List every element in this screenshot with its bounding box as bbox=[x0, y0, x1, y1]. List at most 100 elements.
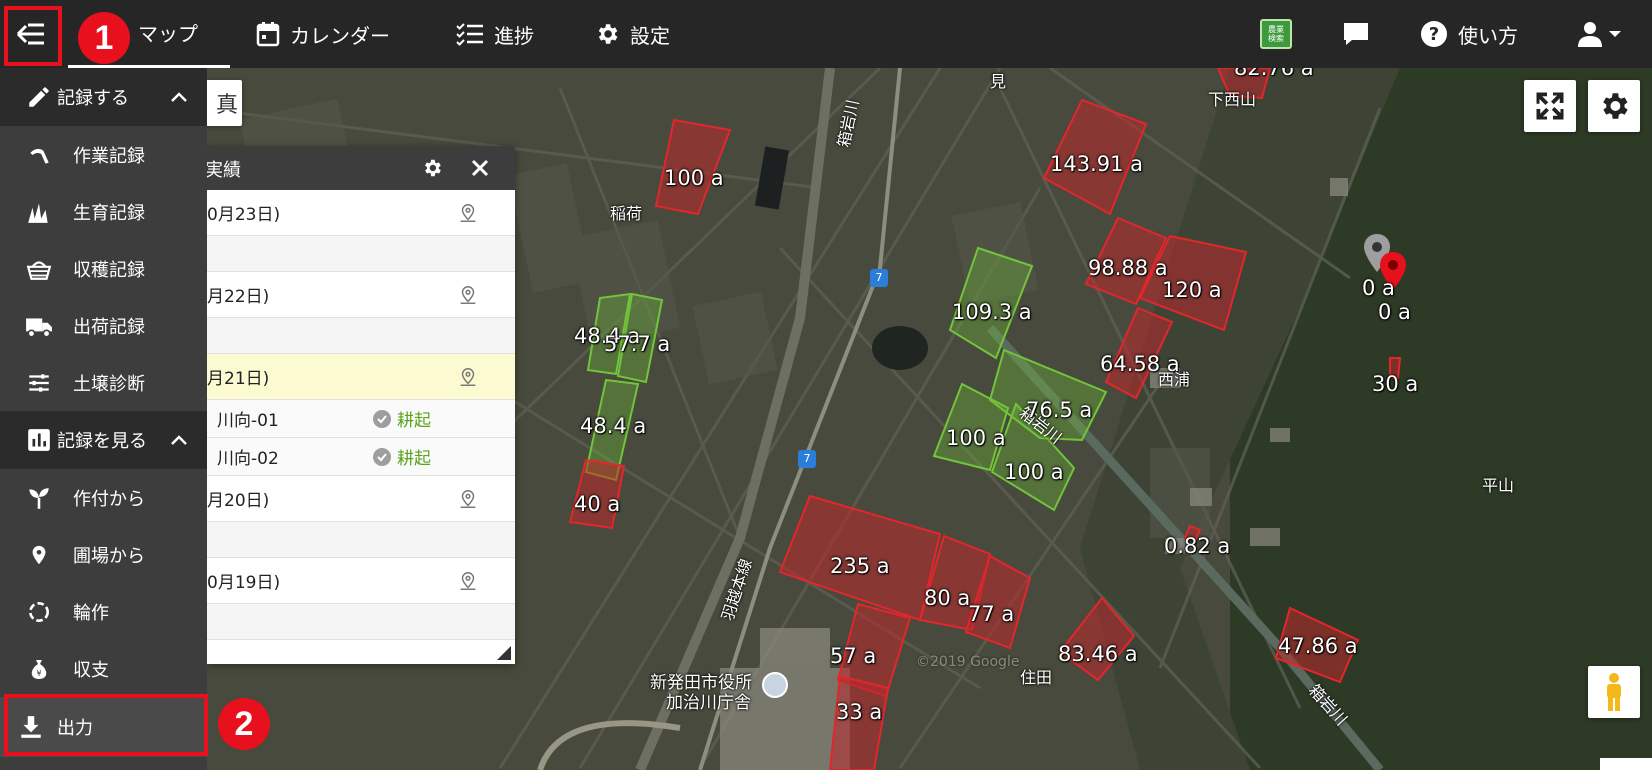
map-location-icon[interactable] bbox=[457, 488, 479, 510]
field-area-label[interactable]: 82.76 a bbox=[1234, 68, 1314, 80]
svg-text:?: ? bbox=[1429, 24, 1439, 45]
date-row-selected[interactable]: 月21日) bbox=[207, 354, 515, 400]
date-label: 月21日) bbox=[207, 369, 270, 389]
tab-calendar[interactable]: カレンダー bbox=[256, 0, 390, 68]
tab-label: 設定 bbox=[630, 23, 670, 48]
field-area-label[interactable]: 80 a bbox=[924, 586, 970, 610]
field-area-label[interactable]: 98.88 a bbox=[1088, 256, 1168, 280]
field-area-label[interactable]: 57.7 a bbox=[604, 332, 670, 356]
date-row[interactable]: 月20日) bbox=[207, 476, 515, 522]
field-area-label[interactable]: 57 a bbox=[830, 644, 876, 668]
sidebar-item-by-crop[interactable]: 作付から bbox=[0, 469, 207, 526]
sidebar-item-label: 生育記録 bbox=[73, 202, 145, 224]
sidebar-item-label: 作業記録 bbox=[73, 145, 145, 167]
sidebar-item-rotation[interactable]: 輪作 bbox=[0, 583, 207, 640]
bar-chart-icon bbox=[24, 425, 54, 455]
sidebar-item-by-field[interactable]: 圃場から bbox=[0, 526, 207, 583]
field-area-label[interactable]: 109.3 a bbox=[952, 300, 1032, 324]
map-location-icon[interactable] bbox=[457, 366, 479, 388]
field-record-row[interactable]: 川向-02 耕起 bbox=[207, 438, 515, 476]
field-area-label[interactable]: 100 a bbox=[664, 166, 724, 190]
sidebar-item-income-expense[interactable]: ¥ 収支 bbox=[0, 640, 207, 697]
tab-progress[interactable]: 進捗 bbox=[456, 0, 534, 68]
field-area-label[interactable]: 30 a bbox=[1372, 372, 1418, 396]
gear-icon[interactable] bbox=[421, 157, 443, 179]
map-location-icon[interactable] bbox=[457, 284, 479, 306]
step-badge-1: 1 bbox=[78, 12, 130, 64]
date-row[interactable]: 0月19日) bbox=[207, 558, 515, 604]
user-icon bbox=[1578, 22, 1602, 47]
field-area-label[interactable]: 64.58 a bbox=[1100, 352, 1180, 376]
sidebar-item-soil-diagnosis[interactable]: 土壌診断 bbox=[0, 354, 207, 411]
section-label: 記録を見る bbox=[57, 431, 147, 452]
map-location-icon[interactable] bbox=[457, 570, 479, 592]
field-area-label[interactable]: 0 a bbox=[1362, 276, 1395, 300]
landmark-marker-icon[interactable] bbox=[762, 672, 788, 698]
basket-icon bbox=[24, 254, 54, 284]
field-area-label[interactable]: 33 a bbox=[836, 700, 882, 724]
close-icon[interactable] bbox=[471, 159, 489, 177]
sidebar-section-view[interactable]: 記録を見る bbox=[0, 411, 207, 469]
field-area-label[interactable]: 235 a bbox=[830, 554, 890, 578]
sidebar-item-label: 輪作 bbox=[73, 602, 109, 624]
date-label: 0月23日) bbox=[207, 205, 281, 225]
field-area-label[interactable]: 83.46 a bbox=[1058, 642, 1138, 666]
panel-header[interactable]: 実績 bbox=[207, 146, 515, 190]
gear-icon bbox=[1603, 93, 1628, 119]
field-area-label[interactable]: 77 a bbox=[968, 602, 1014, 626]
street-view-button[interactable] bbox=[1588, 666, 1640, 718]
resize-handle-icon[interactable] bbox=[497, 646, 511, 660]
field-area-label[interactable]: 47.86 a bbox=[1278, 634, 1358, 658]
date-label: 0月19日) bbox=[207, 573, 281, 593]
agri-app-icon: 農業 検索 bbox=[1260, 19, 1292, 49]
top-navigation-bar: マップ カレンダー 進捗 設定 農業 検索 ? 使い方 bbox=[0, 0, 1652, 68]
sidebar-section-record[interactable]: 記録する bbox=[0, 68, 207, 126]
caret-down-icon bbox=[1609, 31, 1621, 37]
field-name: 川向-02 bbox=[217, 449, 279, 469]
map-settings-button[interactable] bbox=[1588, 80, 1640, 132]
check-circle-icon bbox=[373, 410, 391, 428]
map-location-icon[interactable] bbox=[457, 202, 479, 224]
tab-settings[interactable]: 設定 bbox=[594, 0, 670, 68]
field-area-label[interactable]: 100 a bbox=[946, 426, 1006, 450]
sidebar-item-harvest-record[interactable]: 収穫記録 bbox=[0, 240, 207, 297]
chevron-up-icon bbox=[171, 435, 187, 445]
place-label: 見 bbox=[990, 72, 1007, 91]
fullscreen-button[interactable] bbox=[1524, 80, 1576, 132]
location-pin-icon bbox=[24, 540, 54, 570]
chat-button[interactable] bbox=[1342, 0, 1370, 68]
field-area-label[interactable]: 76.5 a bbox=[1026, 398, 1092, 422]
detail-row bbox=[207, 236, 515, 272]
sidebar-item-growth-record[interactable]: 生育記録 bbox=[0, 183, 207, 240]
field-area-label[interactable]: 120 a bbox=[1162, 278, 1222, 302]
field-area-label[interactable]: 143.91 a bbox=[1050, 152, 1143, 176]
help-circle-icon: ? bbox=[1421, 21, 1447, 47]
place-label: 平山 bbox=[1482, 476, 1515, 495]
sidebar-item-work-record[interactable]: 作業記録 bbox=[0, 126, 207, 183]
help-button[interactable]: ? 使い方 bbox=[1420, 0, 1518, 68]
app-link-button[interactable]: 農業 検索 bbox=[1260, 0, 1292, 68]
field-record-row[interactable]: 川向-01 耕起 bbox=[207, 400, 515, 438]
money-bag-icon: ¥ bbox=[24, 654, 54, 684]
field-area-label[interactable]: 0 a bbox=[1378, 300, 1411, 324]
tab-label: 進捗 bbox=[494, 23, 534, 48]
user-menu-button[interactable] bbox=[1576, 0, 1622, 68]
sprout-icon bbox=[24, 483, 54, 513]
detail-row bbox=[207, 604, 515, 640]
step-badge-2: 2 bbox=[218, 698, 270, 750]
date-row[interactable]: 0月23日) bbox=[207, 190, 515, 236]
checklist-icon bbox=[456, 23, 483, 46]
sidebar-item-label: 収支 bbox=[73, 659, 109, 681]
map-watermark: ©2019 Google bbox=[916, 654, 1020, 670]
detail-row bbox=[207, 318, 515, 354]
date-row[interactable]: 月22日) bbox=[207, 272, 515, 318]
place-label: 住田 bbox=[1020, 668, 1053, 687]
field-area-label[interactable]: 40 a bbox=[574, 492, 620, 516]
app-root: 下西山 稲荷 西浦 平山 住田 新発田市役所 加治川庁舎 羽越本線 箱岩川 箱岩… bbox=[0, 0, 1652, 770]
field-area-label[interactable]: 0.82 a bbox=[1164, 534, 1230, 558]
sidebar-item-shipping-record[interactable]: 出荷記録 bbox=[0, 297, 207, 354]
gear-icon bbox=[598, 24, 618, 44]
field-area-label[interactable]: 48.4 a bbox=[580, 414, 646, 438]
pegman-icon bbox=[1607, 673, 1621, 711]
field-area-label[interactable]: 100 a bbox=[1004, 460, 1064, 484]
